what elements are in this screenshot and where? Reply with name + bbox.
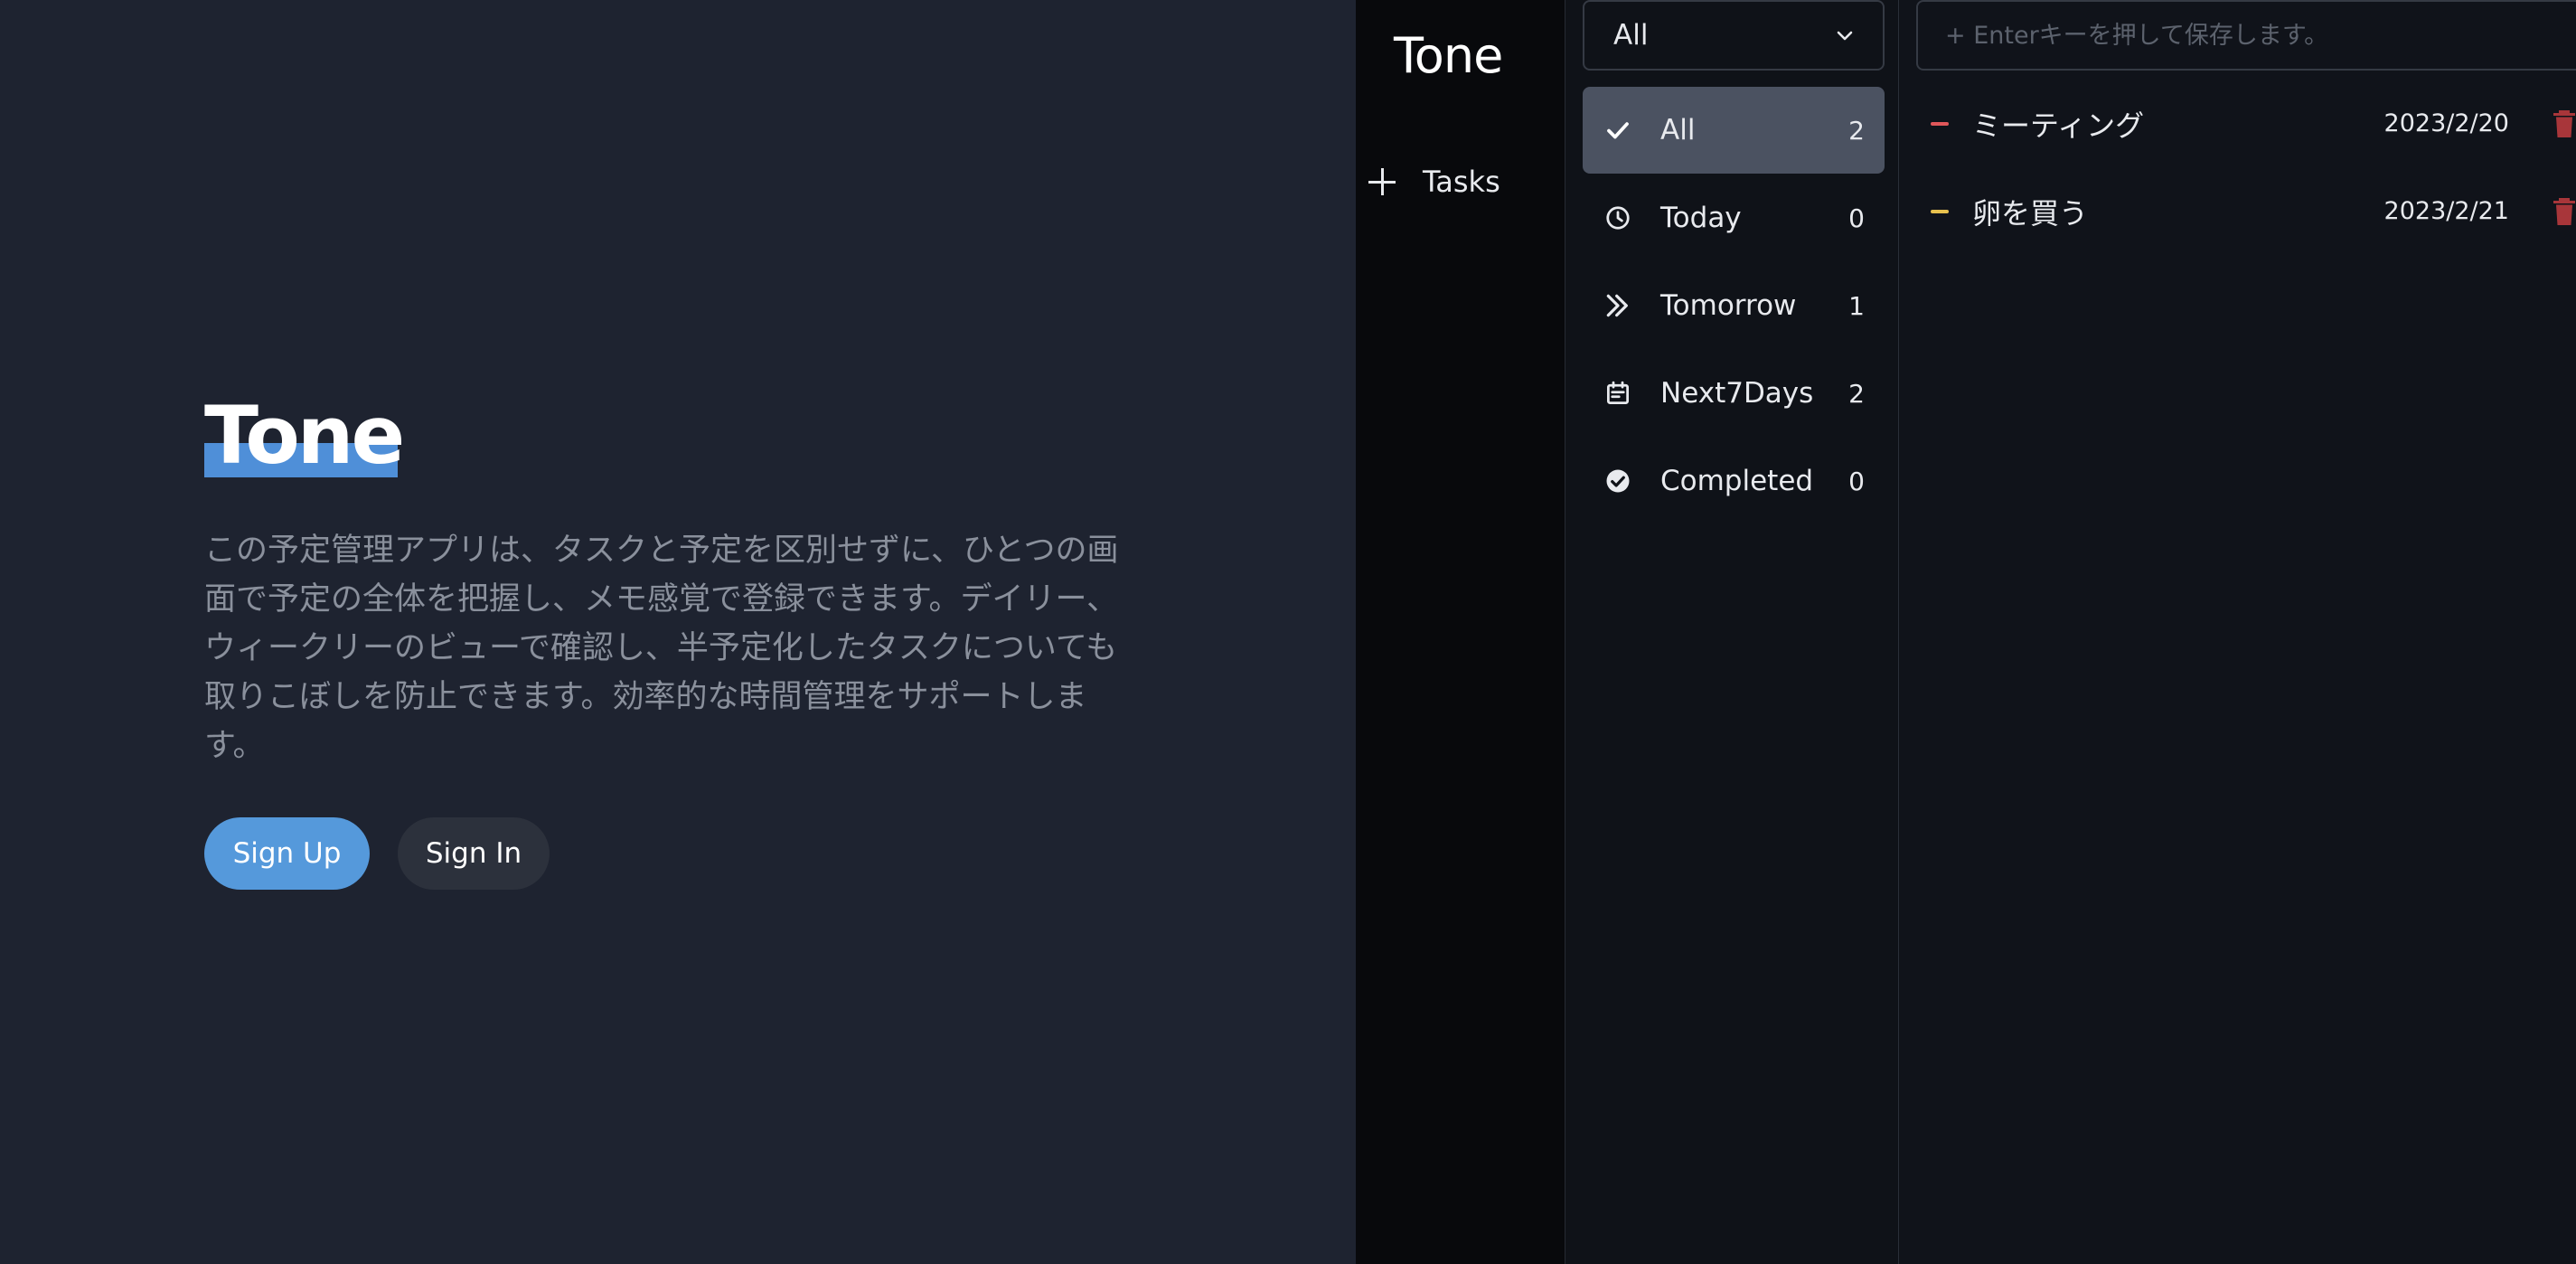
filter-list: All 2 Today 0 Tomorrow 1 Next7Days 2 Com… (1583, 87, 1885, 525)
task-row[interactable]: 卵を買う 2023/2/21 (1900, 167, 2576, 255)
trash-icon[interactable] (2551, 195, 2576, 228)
task-list: ミーティング 2023/2/20 卵を買う 2023/2/21 (1900, 80, 2576, 255)
filter-item-all[interactable]: All 2 (1583, 87, 1885, 174)
double-chevron-right-icon (1603, 290, 1633, 321)
task-column: ミーティング 2023/2/20 卵を買う 2023/2/21 (1900, 0, 2576, 1264)
app-preview: Tone Tasks All All 2 Today 0 Tomorrow 1 … (1356, 0, 2576, 1264)
filter-item-tomorrow[interactable]: Tomorrow 1 (1583, 262, 1885, 349)
chevron-down-icon (1837, 31, 1853, 41)
check-circle-icon (1603, 466, 1633, 496)
filter-label: Completed (1660, 465, 1814, 497)
filter-label: All (1660, 114, 1696, 146)
nav-tasks-label: Tasks (1423, 165, 1500, 199)
nav-tasks[interactable]: Tasks (1368, 159, 1500, 204)
task-date: 2023/2/20 (2383, 109, 2509, 137)
priority-dash-icon (1931, 209, 1949, 213)
filter-count: 2 (1848, 378, 1865, 409)
landing-panel: Tone この予定管理アプリは、タスクと予定を区別せずに、ひとつの画面で予定の全… (0, 0, 1356, 1264)
task-date: 2023/2/21 (2383, 197, 2509, 225)
filter-item-today[interactable]: Today 0 (1583, 175, 1885, 261)
plus-icon (1368, 168, 1396, 195)
filter-label: Next7Days (1660, 377, 1814, 410)
calendar-icon (1603, 378, 1633, 409)
filter-count: 2 (1848, 115, 1865, 146)
sign-in-button[interactable]: Sign In (398, 817, 550, 890)
filter-item-next7days[interactable]: Next7Days 2 (1583, 350, 1885, 437)
hero-description: この予定管理アプリは、タスクと予定を区別せずに、ひとつの画面で予定の全体を把握し… (204, 533, 1119, 764)
task-row[interactable]: ミーティング 2023/2/20 (1900, 80, 2576, 167)
filter-label: Tomorrow (1660, 289, 1797, 322)
filter-count: 0 (1848, 203, 1865, 233)
filter-select[interactable]: All (1583, 0, 1885, 71)
clock-icon (1603, 203, 1633, 233)
check-icon (1603, 115, 1633, 146)
filter-column: All All 2 Today 0 Tomorrow 1 Next7Days 2… (1566, 0, 1899, 1264)
filter-select-value: All (1613, 19, 1649, 52)
task-input[interactable] (1916, 0, 2576, 71)
priority-dash-icon (1931, 121, 1949, 126)
app-logo: Tone (1394, 27, 1503, 84)
task-title: ミーティング (1972, 108, 2145, 143)
filter-count: 1 (1848, 290, 1865, 321)
app-sidebar: Tone Tasks (1356, 0, 1565, 1264)
sign-up-button[interactable]: Sign Up (204, 817, 370, 890)
filter-count: 0 (1848, 466, 1865, 496)
task-title: 卵を買う (1972, 195, 2089, 231)
trash-icon[interactable] (2551, 108, 2576, 140)
hero-title: Tone (204, 389, 405, 482)
filter-label: Today (1660, 202, 1742, 234)
filter-item-completed[interactable]: Completed 0 (1583, 438, 1885, 524)
